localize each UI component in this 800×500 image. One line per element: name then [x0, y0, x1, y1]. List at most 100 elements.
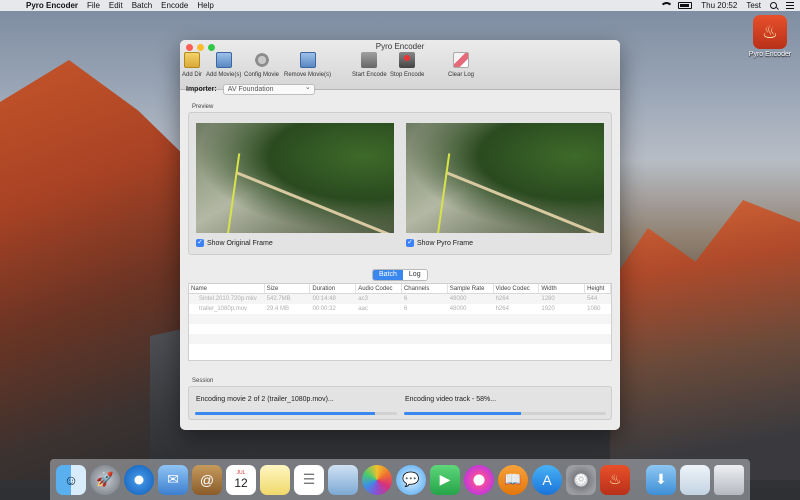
notes-icon[interactable] [260, 464, 290, 495]
show-original-frame-label: Show Original Frame [207, 239, 273, 247]
cell-audio-codec: aac [358, 306, 368, 312]
photos-icon[interactable] [362, 464, 392, 495]
table-row-empty [189, 324, 611, 334]
config-movie-label: Config Movie [244, 72, 280, 78]
menu-edit[interactable]: Edit [109, 1, 123, 10]
add-movies-button[interactable]: Add Movie(s) [206, 52, 241, 78]
cell-video-codec: h264 [495, 306, 509, 312]
documents-icon[interactable] [680, 464, 710, 495]
pyro-encoder-icon[interactable]: ♨ [600, 464, 630, 495]
add-dir-label: Add Dir [182, 72, 203, 78]
tab-log[interactable]: Log [402, 270, 427, 280]
config-movie-button[interactable]: Config Movie [244, 52, 279, 78]
notification-center-icon[interactable] [786, 2, 794, 9]
stop-encode-button[interactable]: Stop Encode [390, 52, 424, 78]
menu-batch[interactable]: Batch [132, 1, 152, 10]
pyro-encoder-window: Pyro Encoder Add Dir Add Movie(s) Config… [180, 40, 620, 430]
show-original-frame-checkbox[interactable]: ✓ Show Original Frame [196, 239, 273, 247]
menu-help[interactable]: Help [197, 1, 213, 10]
clear-log-button[interactable]: Clear Log [448, 52, 474, 78]
facetime-icon[interactable]: ▶ [430, 464, 460, 495]
column-name[interactable]: Name [189, 284, 265, 293]
window-titlebar[interactable]: Pyro Encoder Add Dir Add Movie(s) Config… [180, 40, 620, 90]
flame-icon: ♨ [753, 15, 787, 49]
tab-batch[interactable]: Batch [373, 270, 403, 280]
movie-progress-fill [195, 412, 375, 415]
battery-icon[interactable] [678, 2, 693, 9]
preview-icon[interactable] [328, 464, 358, 495]
column-height[interactable]: Height [585, 284, 611, 293]
trash-icon[interactable] [714, 464, 744, 495]
dock: ☺ 🚀 ✉ @ JUL 12 ☰ 💬 ▶ ♫ 📖 A ⚙ ♨ ⬇ [50, 459, 750, 500]
table-row[interactable]: trailer_1080p.mov 29.4 MB 00:00:32 aac 6… [189, 304, 611, 314]
cell-name: trailer_1080p.mov [199, 306, 248, 312]
calendar-icon[interactable]: JUL 12 [226, 464, 256, 495]
ibooks-icon[interactable]: 📖 [498, 464, 528, 495]
cell-size: 542.7MB [266, 296, 291, 302]
column-size[interactable]: Size [265, 284, 311, 293]
cell-sample-rate: 48000 [449, 296, 467, 302]
gear-icon [253, 52, 270, 68]
launchpad-icon[interactable]: 🚀 [90, 464, 120, 495]
clear-log-label: Clear Log [448, 72, 475, 78]
desktop-icon-label: Pyro Encoder [748, 51, 792, 58]
cell-size: 29.4 MB [266, 306, 290, 312]
app-store-icon[interactable]: A [532, 464, 562, 495]
column-video-codec[interactable]: Video Codec [494, 284, 540, 293]
system-preferences-icon[interactable]: ⚙ [566, 464, 596, 495]
itunes-icon[interactable]: ♫ [464, 464, 494, 495]
show-pyro-frame-checkbox[interactable]: ✓ Show Pyro Frame [406, 239, 473, 247]
contacts-icon[interactable]: @ [192, 464, 222, 495]
window-title: Pyro Encoder [375, 42, 425, 51]
column-width[interactable]: Width [539, 284, 586, 293]
eraser-icon [453, 52, 469, 68]
importer-label: Importer: [186, 86, 217, 93]
remove-movies-button[interactable]: Remove Movie(s) [284, 52, 331, 78]
safari-icon[interactable] [124, 464, 154, 495]
track-status-text: Encoding video track - 58%... [405, 396, 497, 403]
menu-clock[interactable]: Thu 20:52 [701, 1, 737, 10]
table-header: Name Size Duration Audio Codec Channels … [189, 284, 611, 294]
start-encode-label: Start Encode [352, 72, 387, 78]
importer-select[interactable]: AV Foundation [222, 83, 315, 95]
track-progress-bar [404, 412, 606, 415]
track-progress-fill [404, 412, 522, 415]
stop-encode-label: Stop Encode [390, 72, 425, 78]
reminders-icon[interactable]: ☰ [294, 464, 324, 495]
calendar-day: 12 [234, 475, 248, 490]
cell-video-codec: h264 [495, 296, 509, 302]
desktop-pyro-encoder[interactable]: ♨ Pyro Encoder [748, 15, 792, 58]
checkmark-icon: ✓ [406, 239, 414, 247]
toolbar: Add Dir Add Movie(s) Config Movie Remove… [180, 52, 620, 88]
column-sample-rate[interactable]: Sample Rate [448, 284, 494, 293]
add-movies-label: Add Movie(s) [206, 72, 242, 78]
table-row[interactable]: Sintel.2010.720p.mkv 542.7MB 00:14:48 ac… [189, 294, 611, 304]
spotlight-icon[interactable] [770, 2, 777, 9]
movie-remove-icon [299, 52, 316, 68]
mail-icon[interactable]: ✉ [158, 464, 188, 495]
finder-icon[interactable]: ☺ [56, 464, 86, 495]
cell-sample-rate: 48000 [449, 306, 467, 312]
messages-icon[interactable]: 💬 [396, 464, 426, 495]
cell-channels: 6 [404, 296, 408, 302]
cell-height: 544 [587, 296, 598, 302]
cell-channels: 6 [404, 306, 408, 312]
menu-file[interactable]: File [87, 1, 100, 10]
menu-encode[interactable]: Encode [161, 1, 188, 10]
cell-audio-codec: ac3 [358, 296, 368, 302]
movie-status-text: Encoding movie 2 of 2 (trailer_1080p.mov… [196, 396, 334, 403]
menu-app-name[interactable]: Pyro Encoder [26, 1, 78, 10]
wifi-icon[interactable] [660, 2, 674, 9]
menu-user[interactable]: Test [746, 1, 761, 10]
session-title: Session [192, 378, 214, 384]
start-encode-button[interactable]: Start Encode [352, 52, 387, 78]
column-channels[interactable]: Channels [402, 284, 448, 293]
table-body: Sintel.2010.720p.mkv 542.7MB 00:14:48 ac… [189, 294, 611, 354]
column-audio-codec[interactable]: Audio Codec [356, 284, 402, 293]
stop-encode-icon [399, 52, 416, 68]
add-dir-button[interactable]: Add Dir [182, 52, 202, 78]
downloads-icon[interactable]: ⬇ [646, 464, 676, 495]
menu-bar: Pyro Encoder File Edit Batch Encode Help… [0, 0, 800, 11]
column-duration[interactable]: Duration [310, 284, 357, 293]
show-pyro-frame-label: Show Pyro Frame [417, 239, 474, 247]
